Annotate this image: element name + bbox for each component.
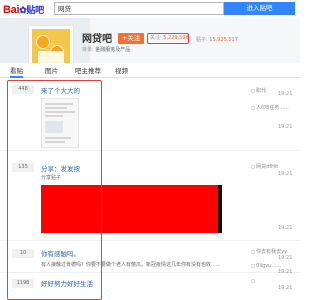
thread-title[interactable]: 分享：发发按 [41,163,80,173]
last-reply-author[interactable]: ◻人印8任务...... [251,104,289,111]
reply-count-badge: 135 [12,163,34,172]
reply-count-badge: 10 [12,249,34,258]
reply-icon: ◻ [251,263,256,269]
search-input[interactable]: 网贷 [54,2,224,15]
forum-avatar[interactable] [28,25,74,63]
list-item[interactable]: 10 你有感触吗。 有人接触过肯德吗？你要不要做个老人有傻瓜。新冠疫情这几年你有… [0,243,300,275]
thread-snippet: 分享贴子 [41,175,62,181]
tab-posts[interactable]: 看贴 [10,66,23,78]
thread-title[interactable]: 来了个大大的 [41,85,80,95]
forum-title: 网贷吧 [82,34,112,45]
last-reply-time: 19:21 [278,225,293,231]
thread-author[interactable]: ◻职代 [251,87,266,94]
thread-title[interactable]: 你有感触吗。 [41,248,80,258]
last-reply-time: 19:21 [278,124,293,130]
thread-author[interactable]: ◻ [251,278,256,284]
tab-images[interactable]: 图片 [45,66,58,78]
user-icon: ◻ [251,88,256,94]
enter-forum-button[interactable]: 进入贴吧 [224,2,295,15]
reply-count-badge: 448 [12,85,34,94]
thread-thumbnail[interactable] [41,98,79,148]
posts-count: 15,925,517 [209,37,238,43]
user-icon: ◻ [251,249,256,255]
baidu-tieba-logo[interactable]: Bai✿贴吧 [3,3,44,16]
category-label: 目录: [82,47,94,53]
forum-category: 目录: 金融服务及产品 [82,46,130,53]
list-item[interactable]: 135 分享：发发按 分享贴子 ◻网贷dfHit 19:21 19:21 [0,159,300,241]
tab-videos[interactable]: 视频 [115,66,128,78]
logo-text: Bai [3,4,20,16]
coin-icon [36,35,50,49]
thread-media[interactable] [41,185,222,233]
posts-label: 贴子: [196,37,208,43]
list-item[interactable]: 448 来了个大大的 ◻职代 19:21 ◻人印8任务...... 19:21 [0,79,300,151]
follow-button[interactable]: +关注 [118,33,144,44]
thread-snippet: 有人接触过肯德吗？你要不要做个老人有傻瓜。新冠疫情这几年你有没有也收...... [41,262,221,268]
top-search-bar: Bai✿贴吧 网贷 进入贴吧 [0,0,300,18]
thread-time: 19:21 [278,255,293,261]
followers-stat: 关注: 5,229,598 [147,33,189,44]
category-value[interactable]: 金融服务及产品 [95,47,130,53]
thread-title[interactable]: 好好努力好好生活 [41,278,93,288]
reply-icon: ◻ [251,105,256,111]
thread-time: 19:21 [278,285,293,291]
followers-label: 关注: [150,35,162,41]
posts-stat: 贴子: 15,925,517 [196,36,238,43]
reply-count-badge: 1198 [12,279,34,288]
followers-count: 5,229,598 [163,35,189,41]
user-icon: ◻ [251,164,256,170]
thread-author[interactable]: ◻你去有我去yy [251,248,287,255]
last-reply-author[interactable]: ◻0ilgvu...... [251,263,281,269]
thread-time: 19:21 [278,91,293,97]
forum-tabs: 看贴 图片 吧主推荐 视频 [0,64,300,78]
card-icon [38,51,64,63]
user-icon: ◻ [251,278,256,284]
logo-cn-text: 贴吧 [26,5,44,15]
list-item[interactable]: 1198 好好努力好好生活 ◻ 19:21 [0,275,300,300]
tab-recommended[interactable]: 吧主推荐 [75,66,101,78]
thread-list: 448 来了个大大的 ◻职代 19:21 ◻人印8任务...... 19:21 … [0,79,300,300]
thread-author[interactable]: ◻网贷dfHit [251,163,278,170]
thread-time: 19:21 [278,171,293,177]
